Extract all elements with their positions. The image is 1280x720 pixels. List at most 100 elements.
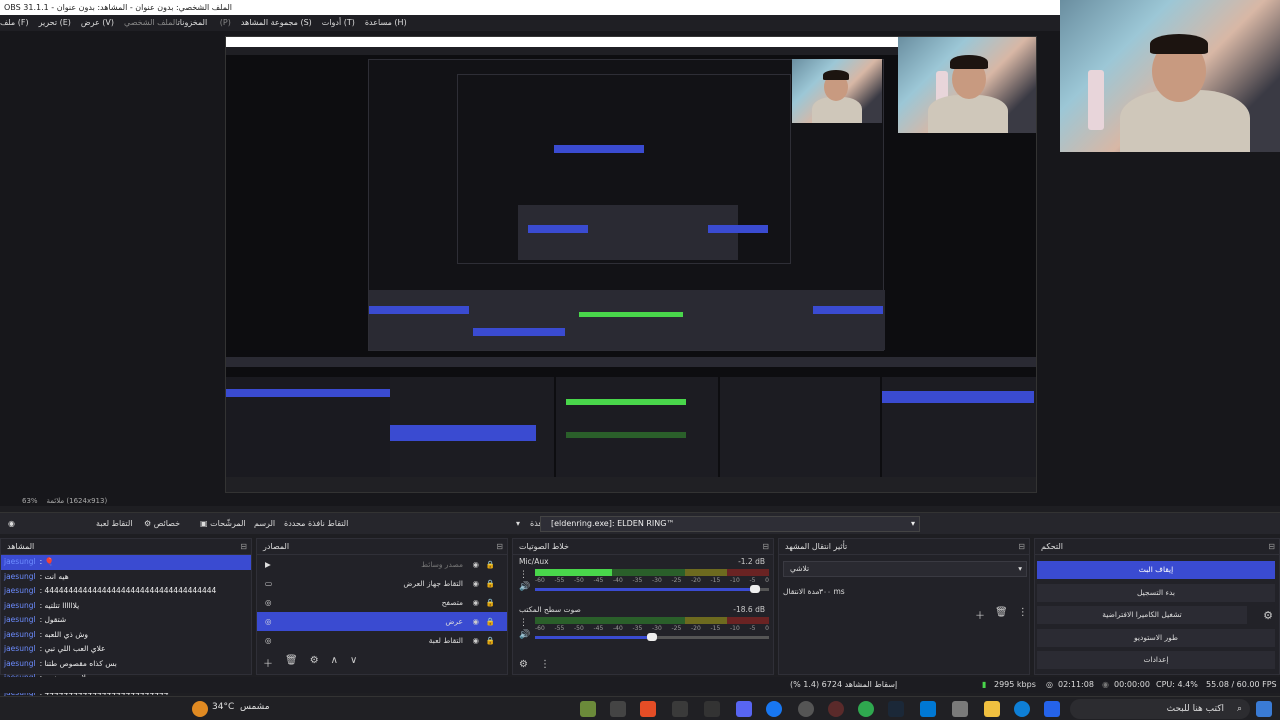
scene-list-item[interactable]: jaesungl: يلاااااا تتلتيه <box>1 599 251 614</box>
control-button[interactable]: إعدادات <box>1037 651 1275 669</box>
preview-canvas[interactable] <box>225 36 1037 493</box>
menu-item[interactable]: مجموعة المشاهد (S) <box>241 18 312 27</box>
meter-tick-label: -30 <box>652 625 662 632</box>
nested-preview-inner <box>457 74 791 264</box>
volume-slider-knob[interactable] <box>647 633 657 641</box>
discord-icon[interactable] <box>736 701 752 717</box>
chevron-down-icon[interactable]: ▾ <box>512 516 524 532</box>
source-list-item[interactable]: ◎ عرض ◉ 🔒 <box>257 612 507 631</box>
control-button[interactable]: إيقاف البث <box>1037 561 1275 579</box>
steam-icon[interactable] <box>888 701 904 717</box>
more-icon[interactable]: ⋮ <box>519 617 530 629</box>
mixer-dock-title: خلاط الصوتيات ⊟ <box>513 539 773 555</box>
folder-icon[interactable] <box>984 701 1000 717</box>
dock-menu-icon[interactable]: ⊟ <box>240 539 247 555</box>
dock-menu-icon[interactable]: ⊟ <box>1018 539 1025 555</box>
volume-slider-knob[interactable] <box>749 585 760 593</box>
sources-title: المصادر <box>263 542 290 551</box>
volume-slider[interactable] <box>535 633 769 641</box>
zoom-label[interactable]: 63% <box>22 497 38 505</box>
control-button[interactable]: تشغيل الكاميرا الافتراضية <box>1037 606 1247 624</box>
lock-icon[interactable]: 🔒 <box>486 574 495 593</box>
menu-item[interactable]: تحرير (E) <box>39 18 71 27</box>
source-list-item[interactable]: ▭ التقاط جهاز العرض ◉ 🔒 <box>257 574 507 593</box>
lock-icon[interactable]: 🔒 <box>486 593 495 612</box>
speaker-icon[interactable]: 🔊 <box>519 581 530 593</box>
terminal-icon[interactable] <box>672 701 688 717</box>
source-name: التقاط جهاز العرض <box>403 579 463 588</box>
scene-list-item[interactable]: jaesungl: وش ذي اللعبه <box>1 628 251 643</box>
settings-icon[interactable] <box>798 701 814 717</box>
windows-start-icon[interactable] <box>1256 701 1272 717</box>
transition-select[interactable]: تلاشي ▾ <box>783 561 1027 577</box>
app-icon[interactable] <box>580 701 596 717</box>
game-icon[interactable] <box>640 701 656 717</box>
trash-icon[interactable]: 🗑 <box>285 655 298 670</box>
scene-list-item[interactable]: jaesungl: بس كذاه مقصوص طتنا <box>1 657 251 672</box>
window-select[interactable]: [eldenring.exe]: ELDEN RING™ ▾ <box>540 516 920 532</box>
filters-button[interactable]: ▣ المرشّحات <box>196 516 250 532</box>
add-icon[interactable]: ＋ <box>975 607 985 622</box>
menu-item[interactable]: أدوات (T) <box>322 18 355 27</box>
edge-icon[interactable] <box>1014 701 1030 717</box>
meter-tick-label: -35 <box>632 577 643 584</box>
scene-list-item[interactable]: jaesungl: شتقول <box>1 613 251 628</box>
more-icon[interactable]: ⋮ <box>540 659 550 670</box>
taskbar-search[interactable]: اكتب هنا للبحث ⌕ <box>1070 699 1250 719</box>
obs-icon[interactable] <box>828 701 844 717</box>
visibility-eye-icon[interactable]: ◉ <box>472 631 479 650</box>
visibility-eye-icon[interactable]: ◉ <box>472 593 479 612</box>
dock-menu-icon[interactable]: ⊟ <box>1268 539 1275 555</box>
messenger-icon[interactable] <box>766 701 782 717</box>
move-up-icon[interactable]: ∧ <box>331 655 338 670</box>
copilot-icon[interactable] <box>1044 701 1060 717</box>
source-type-icon: ◎ <box>265 636 272 645</box>
visibility-eye-icon[interactable]: ◉ <box>472 574 479 593</box>
properties-button[interactable]: ⚙ خصائص <box>140 516 184 532</box>
source-list-item[interactable]: ◎ متصفح ◉ 🔒 <box>257 593 507 612</box>
more-icon[interactable]: ⋮ <box>1018 607 1028 622</box>
menu-item[interactable]: المخزونات <box>178 18 208 27</box>
source-list-item[interactable]: ◎ التقاط لعبة ◉ 🔒 <box>257 631 507 650</box>
scene-list-item[interactable]: jaesungl: 444444444444444444444444444444… <box>1 584 251 599</box>
source-list-item[interactable]: ▶ مصدر وسائط ◉ 🔒 <box>257 555 507 574</box>
lock-icon[interactable]: 🔒 <box>486 555 495 574</box>
volume-slider[interactable] <box>535 585 769 593</box>
transition-duration-input[interactable]: ٣٠٠ ms <box>819 587 845 596</box>
gear-icon[interactable]: ⚙ <box>310 655 319 670</box>
move-down-icon[interactable]: ∨ <box>350 655 357 670</box>
more-icon[interactable]: ⋮ <box>519 569 530 581</box>
eye-icon[interactable]: ◉ <box>4 516 19 532</box>
visibility-eye-icon[interactable]: ◉ <box>472 612 479 631</box>
transitions-title: تأثير انتقال المشهد <box>785 542 848 551</box>
dock-menu-icon[interactable]: ⊟ <box>496 539 503 555</box>
scene-list-item[interactable]: jaesungl: 🎈 <box>1 555 251 570</box>
add-icon[interactable]: ＋ <box>263 655 273 670</box>
weather-desc: مشمس <box>240 702 270 712</box>
control-button[interactable]: بدء التسجيل <box>1037 583 1275 602</box>
outlook-icon[interactable] <box>920 701 936 717</box>
dock-menu-icon[interactable]: ⊟ <box>762 539 769 555</box>
store-icon[interactable] <box>952 701 968 717</box>
resolution-label[interactable]: ملائمة (1624x913) <box>46 497 107 505</box>
weather-temp: 34°C <box>212 702 235 712</box>
app-icon[interactable] <box>704 701 720 717</box>
lock-icon[interactable]: 🔒 <box>486 612 495 631</box>
trash-icon[interactable]: 🗑 <box>995 607 1008 622</box>
scene-list-item[interactable]: jaesungl: هيه انت <box>1 570 251 585</box>
lock-icon[interactable]: 🔒 <box>486 631 495 650</box>
menu-item[interactable]: مساعدة (H) <box>365 18 407 27</box>
gear-icon[interactable]: ⚙ <box>519 659 528 670</box>
scene-list-item[interactable]: jaesungl: علاي العب اللي تبي <box>1 642 251 657</box>
chrome-icon[interactable] <box>858 701 874 717</box>
visibility-eye-icon[interactable]: ◉ <box>472 555 479 574</box>
transitions-dock-title: تأثير انتقال المشهد ⊟ <box>779 539 1029 555</box>
scene-user: jaesungl <box>4 615 36 624</box>
control-button[interactable]: طور الاستوديو <box>1037 628 1275 647</box>
capture-mode-select[interactable]: التقاط نافذة محددة <box>280 516 352 532</box>
speaker-icon[interactable]: 🔊 <box>519 629 530 641</box>
menu-item[interactable]: ملف (F) <box>0 18 29 27</box>
epic-icon[interactable] <box>610 701 626 717</box>
menu-item[interactable]: عرض (V) <box>81 18 114 27</box>
gear-icon[interactable]: ⚙ <box>1263 609 1273 622</box>
